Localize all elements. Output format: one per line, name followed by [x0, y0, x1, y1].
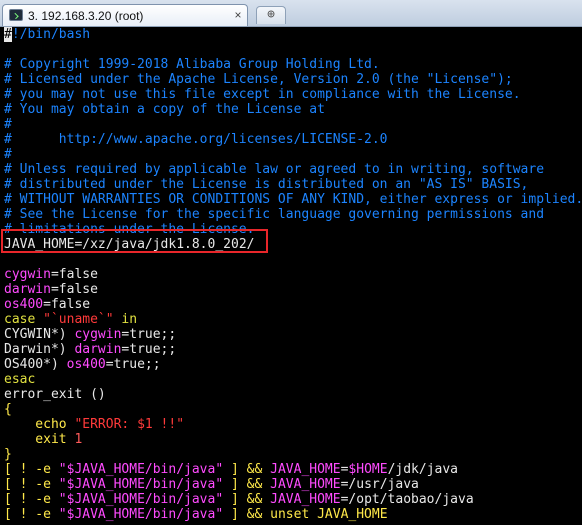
var-name: JAVA_HOME	[270, 477, 341, 492]
license-comment-line: # you may not use this file except in co…	[4, 87, 521, 102]
in-keyword: in	[121, 312, 138, 327]
assign-path: =/usr/java	[340, 477, 419, 492]
license-comment-line: #	[4, 117, 12, 132]
brace-close-line: }	[4, 447, 12, 462]
session-tab-label: 3. 192.168.3.20 (root)	[28, 9, 144, 23]
cygwin-assign-line: cygwin=false	[4, 267, 98, 282]
case-branch-os400: OS400*) os400=true;;	[4, 357, 161, 372]
home-var: $HOME	[348, 462, 388, 477]
tab-bar: 3. 192.168.3.20 (root) × ⊕	[0, 0, 582, 27]
var-value: =true;;	[121, 342, 177, 357]
case-string: "`uname`"	[35, 312, 122, 327]
pattern: Darwin*)	[4, 342, 75, 357]
var-name: os400	[4, 297, 44, 312]
var-name: darwin	[4, 282, 51, 297]
unset-command: unset JAVA_HOME	[270, 507, 388, 522]
test-open: [ ! -e	[4, 492, 59, 507]
var-value: =true;;	[105, 357, 161, 372]
terminal-icon	[9, 9, 23, 21]
case-branch-darwin: Darwin*) darwin=true;;	[4, 342, 176, 357]
highlight-box	[1, 229, 268, 253]
var-value: =true;;	[121, 327, 177, 342]
var-value: =false	[50, 282, 98, 297]
test-open: [ ! -e	[4, 462, 59, 477]
darwin-assign-line: darwin=false	[4, 282, 98, 297]
assign-path: =/opt/taobao/java	[340, 492, 474, 507]
var-name: JAVA_HOME	[270, 492, 341, 507]
test-close: ] &&	[223, 507, 271, 522]
license-url-line: # http://www.apache.org/licenses/LICENSE…	[4, 132, 388, 147]
echo-line: echo "ERROR: $1 !!"	[4, 417, 184, 432]
java-test-line: [ ! -e "$JAVA_HOME/bin/java" ] && JAVA_H…	[4, 477, 419, 492]
license-comment-line: # See the License for the specific langu…	[4, 207, 545, 222]
test-path: "$JAVA_HOME/bin/java"	[58, 477, 224, 492]
pattern: CYGWIN*)	[4, 327, 75, 342]
license-comment-line: # You may obtain a copy of the License a…	[4, 102, 325, 117]
text-cursor: #	[4, 27, 12, 42]
test-close: ] &&	[223, 492, 271, 507]
pattern: OS400*)	[4, 357, 67, 372]
var-value: =false	[50, 267, 98, 282]
test-path: "$JAVA_HOME/bin/java"	[58, 462, 224, 477]
esac-line: esac	[4, 372, 36, 387]
os400-assign-line: os400=false	[4, 297, 90, 312]
test-open: [ ! -e	[4, 477, 59, 492]
var-name: JAVA_HOME	[270, 462, 341, 477]
brace-open-line: {	[4, 402, 12, 417]
echo-string: "ERROR: $1 !!"	[74, 417, 185, 432]
license-comment-line: # distributed under the License is distr…	[4, 177, 529, 192]
exit-command: exit	[4, 432, 75, 447]
test-path: "$JAVA_HOME/bin/java"	[58, 507, 224, 522]
shebang-line: #!/bin/bash	[4, 27, 90, 42]
license-comment-line: # WITHOUT WARRANTIES OR CONDITIONS OF AN…	[4, 192, 582, 207]
case-line: case "`uname`" in	[4, 312, 137, 327]
assign-path: /jdk/java	[387, 462, 459, 477]
var-name: darwin	[74, 342, 122, 357]
java-test-line: [ ! -e "$JAVA_HOME/bin/java" ] && JAVA_H…	[4, 462, 458, 477]
license-comment-line: #	[4, 147, 12, 162]
case-keyword: case	[4, 312, 36, 327]
license-comment-line: # Copyright 1999-2018 Alibaba Group Hold…	[4, 57, 380, 72]
exit-code: 1	[74, 432, 83, 447]
var-name: cygwin	[4, 267, 51, 282]
test-close: ] &&	[223, 477, 271, 492]
exit-line: exit 1	[4, 432, 82, 447]
close-icon[interactable]: ×	[231, 8, 245, 22]
java-test-line: [ ! -e "$JAVA_HOME/bin/java" ] && JAVA_H…	[4, 492, 474, 507]
session-tab[interactable]: 3. 192.168.3.20 (root) ×	[2, 4, 248, 26]
test-close: ] &&	[223, 462, 271, 477]
var-name: os400	[66, 357, 106, 372]
new-tab-button[interactable]: ⊕	[256, 6, 286, 24]
java-test-line: [ ! -e "$JAVA_HOME/bin/java" ] && unset …	[4, 507, 388, 522]
license-comment-line: # Unless required by applicable law or a…	[4, 162, 545, 177]
test-path: "$JAVA_HOME/bin/java"	[58, 492, 224, 507]
terminal-editor[interactable]: #!/bin/bash # Copyright 1999-2018 Alibab…	[0, 27, 582, 525]
echo-command: echo	[4, 417, 75, 432]
license-comment-line: # Licensed under the Apache License, Ver…	[4, 72, 513, 87]
var-value: =false	[43, 297, 91, 312]
function-def-line: error_exit ()	[4, 387, 106, 402]
shebang-text: !/bin/bash	[11, 27, 91, 42]
case-branch-cygwin: CYGWIN*) cygwin=true;;	[4, 327, 176, 342]
test-open: [ ! -e	[4, 507, 59, 522]
var-name: cygwin	[74, 327, 122, 342]
